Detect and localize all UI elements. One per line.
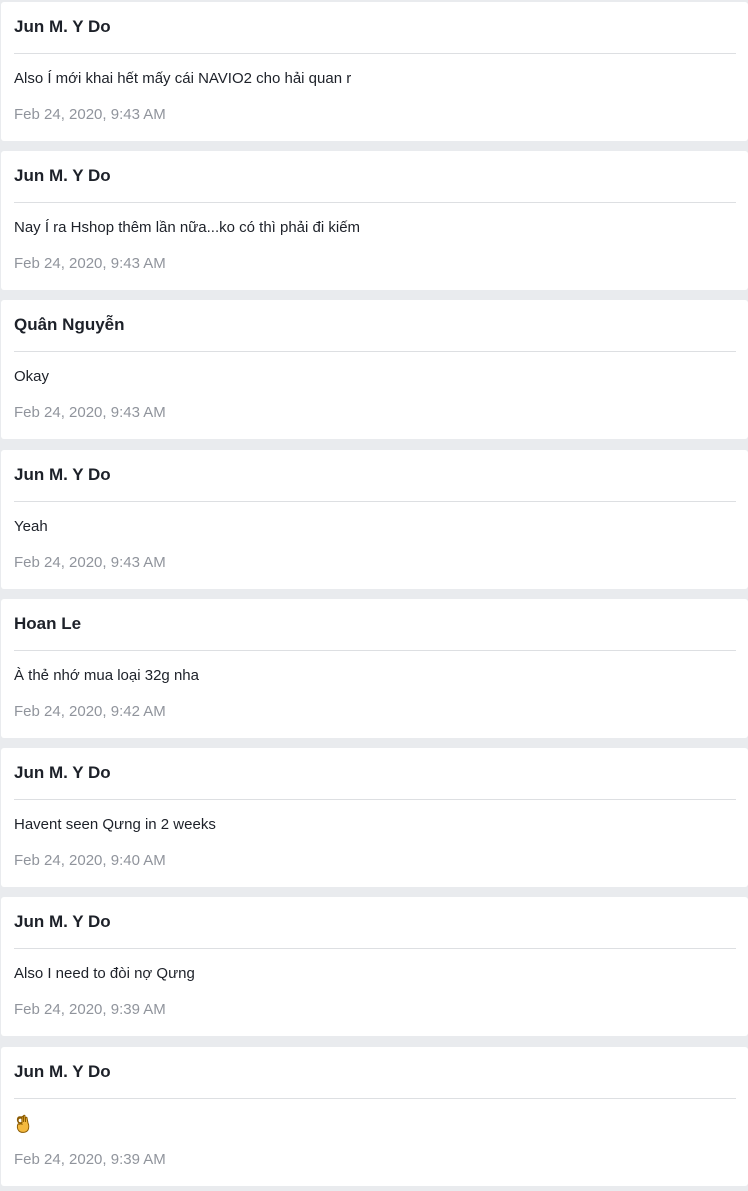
divider bbox=[14, 202, 736, 203]
message-card: Jun M. Y Do Havent seen Qưng in 2 weeks … bbox=[1, 748, 748, 887]
divider bbox=[14, 650, 736, 651]
divider bbox=[14, 53, 736, 54]
message-card: Quân Nguyễn Okay Feb 24, 2020, 9:43 AM bbox=[1, 300, 748, 439]
message-text: Nay Í ra Hshop thêm lần nữa...ko có thì … bbox=[14, 219, 361, 236]
message-sender: Jun M. Y Do bbox=[14, 166, 111, 185]
message-card: Jun M. Y Do Nay Í ra Hshop thêm lần nữa.… bbox=[1, 151, 748, 290]
ok-hand-emoji-icon bbox=[16, 1114, 30, 1133]
message-timestamp: Feb 24, 2020, 9:43 AM bbox=[14, 404, 166, 421]
message-timestamp: Feb 24, 2020, 9:39 AM bbox=[14, 1001, 166, 1018]
message-text: Yeah bbox=[14, 518, 48, 535]
message-timestamp: Feb 24, 2020, 9:43 AM bbox=[14, 255, 166, 272]
message-sender: Jun M. Y Do bbox=[14, 912, 111, 931]
message-card: Jun M. Y Do Feb 24, 2020, 9:39 AM bbox=[1, 1047, 748, 1186]
message-card: Jun M. Y Do Also I need to đòi nợ Qưng F… bbox=[1, 897, 748, 1036]
message-timestamp: Feb 24, 2020, 9:43 AM bbox=[14, 554, 166, 571]
message-text: Havent seen Qưng in 2 weeks bbox=[14, 816, 216, 833]
message-timestamp: Feb 24, 2020, 9:40 AM bbox=[14, 852, 166, 869]
message-card: Jun M. Y Do Also Í mới khai hết mấy cái … bbox=[1, 2, 748, 141]
message-text: Okay bbox=[14, 368, 50, 385]
message-feed: Jun M. Y Do Also Í mới khai hết mấy cái … bbox=[0, 0, 748, 1191]
message-card: Hoan Le À thẻ nhớ mua loại 32g nha Feb 2… bbox=[1, 599, 748, 738]
message-sender: Jun M. Y Do bbox=[14, 465, 111, 484]
divider bbox=[14, 1098, 736, 1099]
message-text: À thẻ nhớ mua loại 32g nha bbox=[14, 667, 199, 684]
divider bbox=[14, 501, 736, 502]
message-sender: Jun M. Y Do bbox=[14, 1062, 111, 1081]
divider bbox=[14, 799, 736, 800]
message-sender: Quân Nguyễn bbox=[14, 315, 125, 334]
divider bbox=[14, 351, 736, 352]
divider bbox=[14, 948, 736, 949]
message-sender: Jun M. Y Do bbox=[14, 17, 111, 36]
message-timestamp: Feb 24, 2020, 9:42 AM bbox=[14, 703, 166, 720]
message-sender: Hoan Le bbox=[14, 614, 82, 633]
message-text: Also Í mới khai hết mấy cái NAVIO2 cho h… bbox=[14, 70, 352, 87]
message-card: Jun M. Y Do Yeah Feb 24, 2020, 9:43 AM bbox=[1, 450, 748, 589]
message-timestamp: Feb 24, 2020, 9:43 AM bbox=[14, 106, 166, 123]
message-emoji bbox=[14, 1114, 32, 1134]
message-timestamp: Feb 24, 2020, 9:39 AM bbox=[14, 1151, 166, 1168]
message-sender: Jun M. Y Do bbox=[14, 763, 111, 782]
message-text: Also I need to đòi nợ Qưng bbox=[14, 965, 195, 982]
